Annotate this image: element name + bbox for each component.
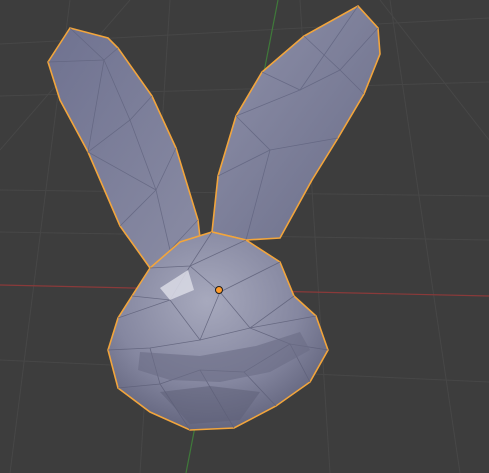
3d-viewport[interactable] xyxy=(0,0,489,473)
object-origin-dot[interactable] xyxy=(215,286,223,294)
right-ear[interactable] xyxy=(211,4,381,241)
rabbit-mesh[interactable] xyxy=(47,4,381,431)
left-ear[interactable] xyxy=(47,27,201,270)
viewport-canvas[interactable] xyxy=(0,0,489,473)
